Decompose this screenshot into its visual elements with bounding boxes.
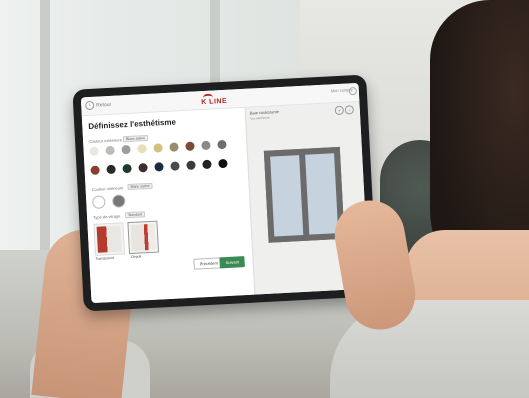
back-label: Retour — [96, 101, 112, 109]
logo-text: K LINE — [201, 97, 228, 107]
window-preview — [263, 146, 345, 243]
glazing-transparent-photo — [96, 225, 122, 253]
row1-swatch-6[interactable] — [169, 142, 179, 152]
interior-color-chip[interactable]: Blanc satiné — [127, 182, 153, 191]
row2-swatch-6[interactable] — [170, 161, 180, 171]
window-pane-left — [270, 155, 304, 237]
glazing-label: Type de vitrage — [92, 213, 121, 220]
row1-swatch-7[interactable] — [185, 141, 195, 151]
row2-swatch-8[interactable] — [202, 159, 212, 170]
exterior-swatches-row-2 — [90, 158, 228, 175]
row3-swatch-1[interactable] — [91, 195, 106, 209]
row2-swatch-4[interactable] — [138, 163, 148, 173]
kline-logo: K LINE — [201, 91, 242, 107]
interior-color-label: Couleur intérieure — [91, 185, 124, 192]
interior-swatches — [91, 194, 126, 209]
row1-swatch-5[interactable] — [153, 143, 163, 153]
zoom-out-icon[interactable]: − — [344, 105, 355, 115]
row2-swatch-1[interactable] — [90, 165, 100, 175]
row1-swatch-1[interactable] — [89, 146, 99, 157]
tablet-screen: ‹ Retour K LINE Mon compte Définissez l'… — [80, 82, 370, 304]
row1-swatch-4[interactable] — [137, 144, 147, 154]
row1-swatch-9[interactable] — [217, 139, 227, 150]
back-button[interactable]: ‹ Retour — [85, 100, 112, 111]
glazing-transparent-caption: Transparent — [95, 255, 115, 261]
row2-swatch-7[interactable] — [186, 160, 196, 170]
exterior-color-chip[interactable]: Blanc satiné — [122, 134, 149, 143]
row1-swatch-2[interactable] — [105, 145, 115, 156]
photo-scene: ‹ Retour K LINE Mon compte Définissez l'… — [0, 0, 529, 398]
preview-title: Baie coulissante — [249, 109, 280, 116]
row1-swatch-3[interactable] — [121, 144, 131, 155]
glazing-frosted-photo — [130, 223, 156, 251]
glazing-frosted-caption: Dépoli — [131, 254, 142, 259]
next-button[interactable]: Suivant — [219, 256, 246, 269]
row2-swatch-5[interactable] — [154, 162, 164, 172]
row3-swatch-2[interactable] — [111, 194, 126, 208]
page-title: Définissez l'esthétisme — [88, 117, 177, 132]
tablet-device: ‹ Retour K LINE Mon compte Définissez l'… — [72, 74, 378, 312]
window-pane-right — [305, 153, 339, 235]
glazing-chip[interactable]: Standard — [124, 211, 146, 219]
back-arrow-icon: ‹ — [85, 100, 95, 111]
glazing-option-frosted[interactable] — [127, 220, 160, 255]
account-icon[interactable] — [348, 86, 358, 96]
zoom-in-icon[interactable]: + — [334, 105, 345, 116]
row2-swatch-9[interactable] — [218, 158, 228, 169]
configurator-panel: Définissez l'esthétisme Couleur extérieu… — [81, 107, 254, 304]
row2-swatch-3[interactable] — [122, 163, 132, 174]
glazing-option-transparent[interactable] — [93, 222, 126, 256]
exterior-color-label: Couleur extérieure — [88, 137, 123, 145]
row1-swatch-8[interactable] — [201, 140, 211, 151]
preview-subtitle: Vue extérieure — [250, 115, 270, 121]
row2-swatch-2[interactable] — [106, 164, 116, 175]
